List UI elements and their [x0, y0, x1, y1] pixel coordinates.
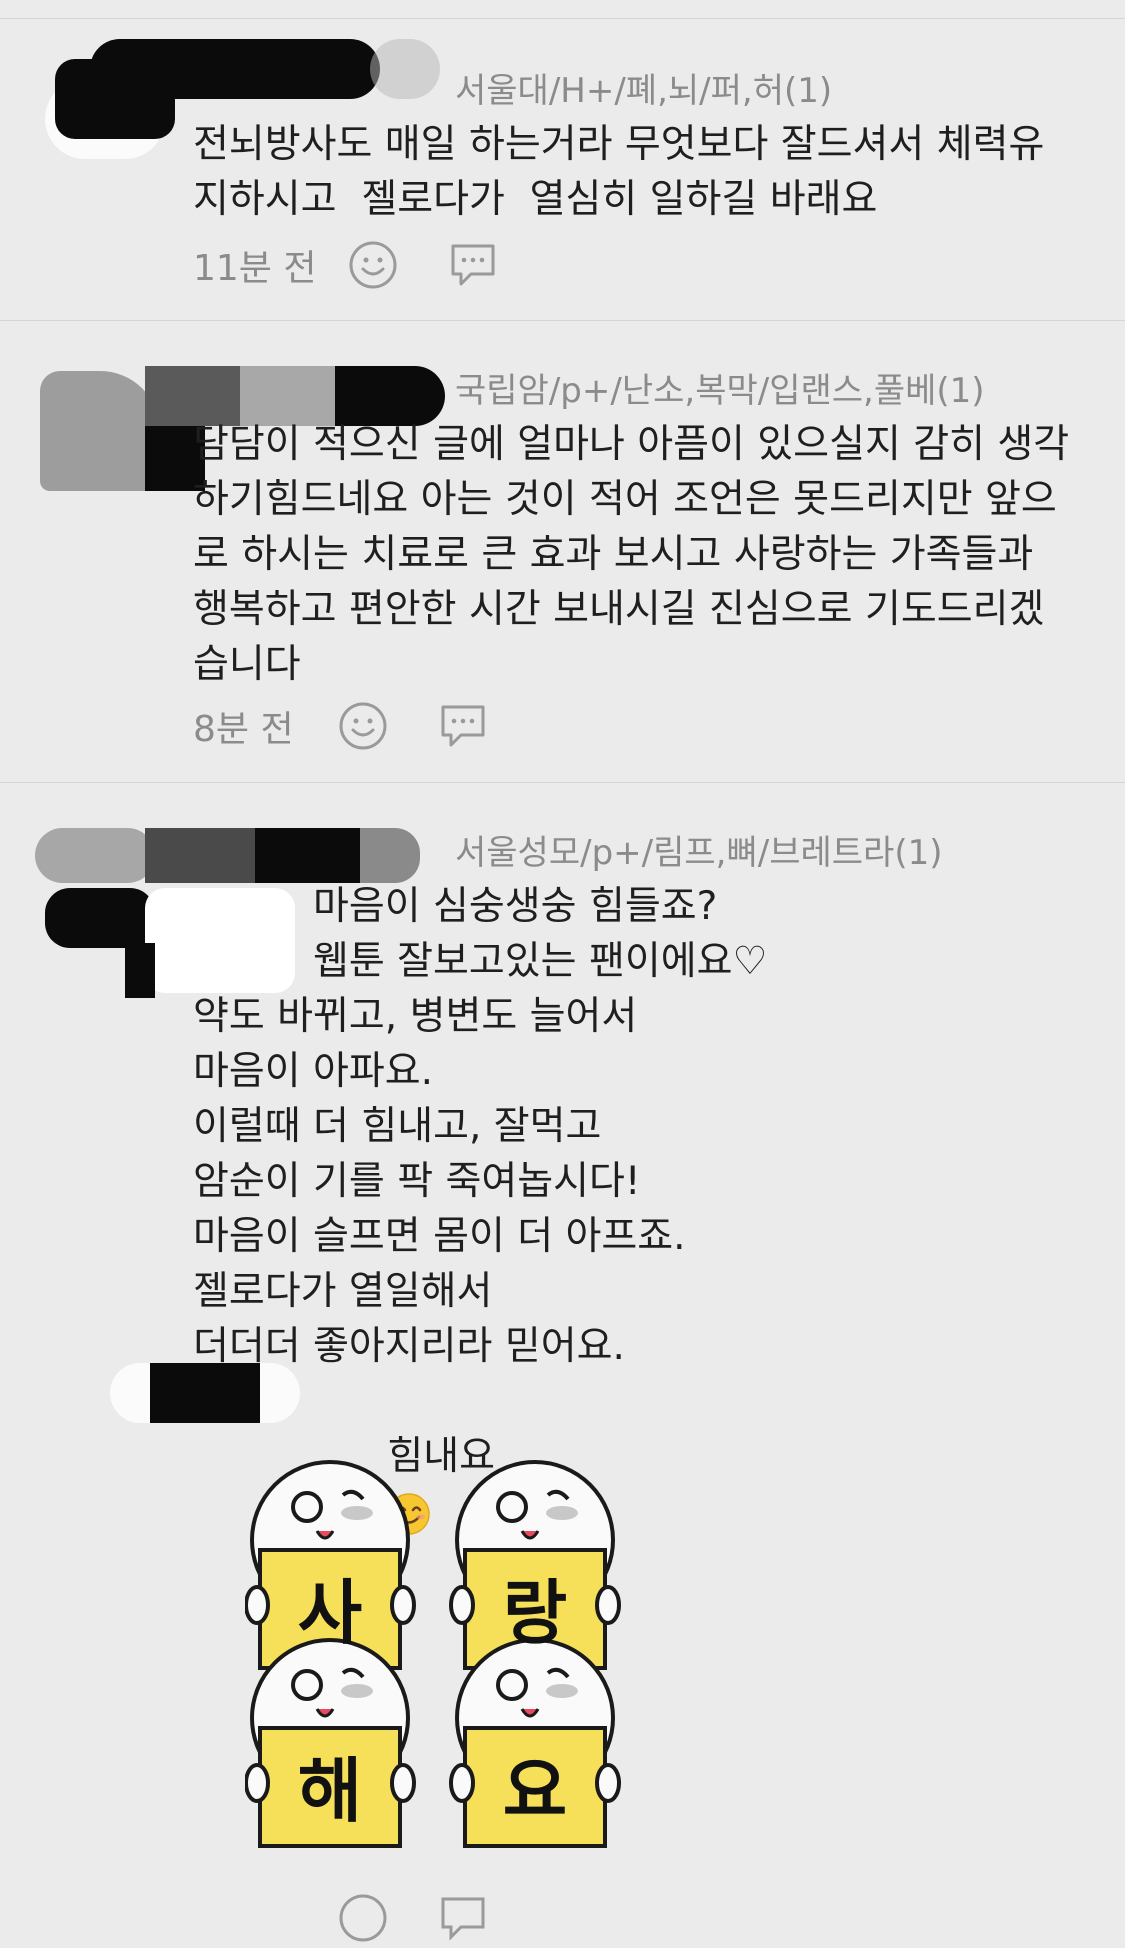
comment-line: 행복하고 편안한 시간 보내시길 진심으로 기도드리겠 — [193, 587, 1045, 632]
author-tag: 서울대/H+/폐,뇌/퍼,허(1) — [455, 71, 833, 111]
comment-line: 전뇌방사도 매일 하는거라 무엇보다 잘드셔서 체력유 — [193, 122, 1045, 167]
comment-meta-partial — [333, 1888, 533, 1948]
reply-bubble-icon[interactable] — [433, 1888, 493, 1948]
comment-line: 웹툰 잘보고있는 팬이에요♡ — [313, 939, 768, 984]
comment-line: 지하시고 젤로다가 열심히 일하길 바래요 — [193, 177, 878, 222]
sticker-letter: 랑 — [503, 1572, 567, 1654]
smile-icon[interactable] — [333, 696, 393, 756]
smile-icon[interactable] — [333, 1888, 393, 1948]
comment-line: 마음이 아파요. — [193, 1049, 434, 1094]
author-tag: 서울성모/p+/림프,뼈/브레트라(1) — [455, 833, 943, 873]
comment-body: 전뇌방사도 매일 하는거라 무엇보다 잘드셔서 체력유 지하시고 젤로다가 열심… — [193, 117, 1085, 227]
sticker-letter: 해 — [298, 1750, 362, 1832]
timestamp: 8분 전 — [193, 709, 294, 750]
comment-line: 로 하시는 치료로 큰 효과 보시고 사랑하는 가족들과 — [193, 532, 1034, 577]
comment-body: 담담이 적으신 글에 얼마나 아픔이 있으실지 감히 생각 하기힘드네요 아는 … — [193, 417, 1085, 692]
comment-2: 국립암/p+/난소,복막/입랜스,풀베(1) 담담이 적으신 글에 얼마나 아픔… — [0, 320, 1125, 781]
comment-1: 서울대/H+/폐,뇌/퍼,허(1) 전뇌방사도 매일 하는거라 무엇보다 잘드셔… — [0, 18, 1125, 319]
comment-line: 약도 바뀌고, 병변도 늘어서 — [193, 994, 638, 1039]
love-sticker: 사 랑 해 요 — [244, 1455, 655, 1855]
comment-line: 이럴때 더 힘내고, 잘먹고 — [193, 1104, 602, 1149]
comment-line: 젤로다가 열일해서 — [193, 1269, 493, 1314]
comment-meta: 11분 전 — [193, 235, 543, 295]
author-tag: 국립암/p+/난소,복막/입랜스,풀베(1) — [455, 371, 985, 411]
smile-icon[interactable] — [343, 235, 403, 295]
comment-line: 마음이 심숭생숭 힘들죠? — [313, 884, 718, 929]
comment-line: 하기힘드네요 아는 것이 적어 조언은 못드리지만 앞으 — [193, 477, 1057, 522]
comment-line: 더더더 좋아지리라 믿어요. — [193, 1324, 625, 1369]
comment-line: 습니다 — [193, 642, 301, 687]
comment-meta: 8분 전 — [193, 696, 533, 756]
comment-line: 담담이 적으신 글에 얼마나 아픔이 있으실지 감히 생각 — [193, 422, 1070, 467]
reply-bubble-icon[interactable] — [433, 696, 493, 756]
timestamp: 11분 전 — [193, 248, 317, 289]
reply-bubble-icon[interactable] — [443, 235, 503, 295]
comment-line: 마음이 슬프면 몸이 더 아프죠. — [193, 1214, 686, 1259]
comment-line: 암순이 기를 팍 죽여놉시다! — [193, 1159, 641, 1204]
sticker-letter: 요 — [503, 1750, 567, 1832]
redacted-mention — [110, 1363, 300, 1423]
sticker-letter: 사 — [298, 1572, 362, 1654]
